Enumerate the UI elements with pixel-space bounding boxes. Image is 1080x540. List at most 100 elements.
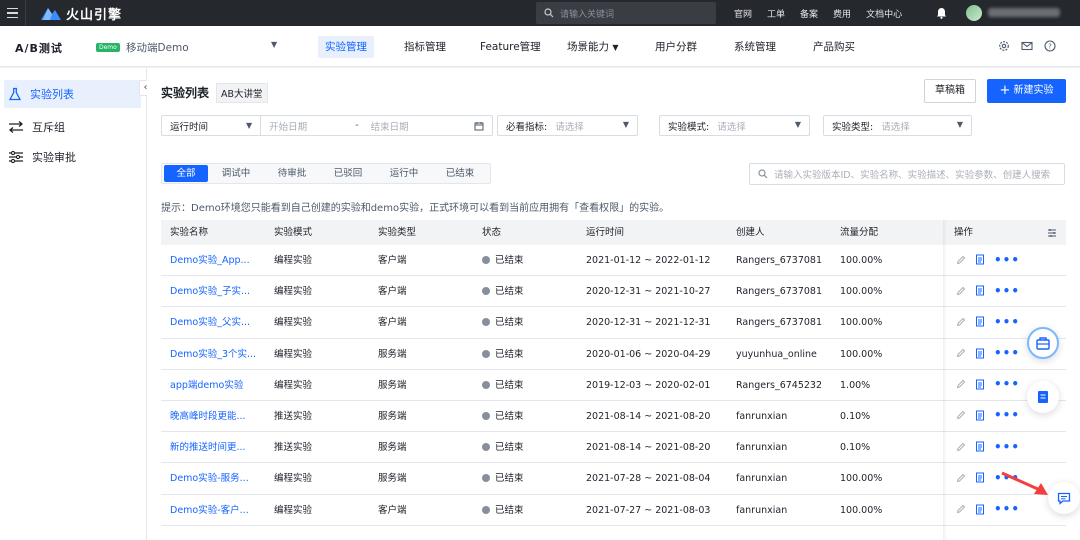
run-time-filter[interactable]: 运行时间 ▼ 开始日期 - 结束日期 bbox=[161, 115, 493, 136]
tab-user-segments[interactable]: 用户分群 bbox=[648, 36, 704, 58]
cell-traffic: 100.00% bbox=[840, 317, 883, 329]
global-search-input[interactable]: 请输入关键词 bbox=[536, 2, 716, 24]
mail-icon[interactable] bbox=[1021, 40, 1033, 52]
cell-mode: 推送实验 bbox=[274, 410, 313, 422]
bell-icon[interactable] bbox=[936, 7, 947, 19]
status-tabs: 全部 调试中 待审批 已驳回 运行中 已结束 bbox=[161, 163, 491, 184]
required-metric-filter[interactable]: 必看指标: 请选择 ▼ bbox=[497, 115, 638, 136]
caret-down-icon[interactable]: ▼ bbox=[271, 40, 277, 49]
edit-icon[interactable] bbox=[956, 317, 966, 327]
floating-docs-button[interactable] bbox=[1027, 381, 1059, 413]
gear-icon[interactable] bbox=[998, 40, 1010, 52]
edit-icon[interactable] bbox=[956, 348, 966, 358]
status-ended-icon bbox=[482, 349, 490, 358]
more-actions-icon[interactable]: ••• bbox=[994, 378, 1020, 390]
cell-name[interactable]: Demo实验-客户... bbox=[170, 495, 249, 526]
top-link-docs[interactable]: 文档中心 bbox=[866, 7, 902, 20]
brand-logo[interactable]: 火山引擎 bbox=[41, 4, 122, 23]
row-actions: ••• bbox=[956, 347, 1020, 359]
edit-icon[interactable] bbox=[956, 255, 966, 265]
top-links: 官网 工单 备案 费用 文档中心 bbox=[734, 0, 917, 26]
sidebar-item-mutex-group[interactable]: 互斥组 bbox=[4, 113, 141, 141]
cell-name[interactable]: app端demo实验 bbox=[170, 370, 243, 401]
report-icon[interactable] bbox=[975, 254, 985, 265]
edit-icon[interactable] bbox=[956, 410, 966, 420]
status-tab-rejected[interactable]: 已驳回 bbox=[320, 165, 376, 182]
cell-name[interactable]: Demo实验_子实... bbox=[170, 276, 250, 307]
edit-icon[interactable] bbox=[956, 473, 966, 483]
drafts-button[interactable]: 草稿箱 bbox=[924, 79, 976, 103]
report-icon[interactable] bbox=[975, 472, 985, 483]
report-icon[interactable] bbox=[975, 504, 985, 515]
more-actions-icon[interactable]: ••• bbox=[994, 409, 1020, 421]
floating-store-button[interactable] bbox=[1027, 327, 1059, 359]
column-settings-icon[interactable] bbox=[1047, 228, 1057, 238]
cell-mode: 推送实验 bbox=[274, 442, 313, 454]
report-icon[interactable] bbox=[975, 441, 985, 452]
tab-scene-capability[interactable]: 场景能力 ▼ bbox=[560, 36, 626, 58]
status-tab-all[interactable]: 全部 bbox=[164, 165, 208, 182]
avatar[interactable] bbox=[966, 5, 982, 21]
cell-name[interactable]: 晚高峰时段更能... bbox=[170, 401, 246, 432]
more-actions-icon[interactable]: ••• bbox=[994, 503, 1020, 515]
metric-placeholder: 请选择 bbox=[555, 121, 584, 133]
table-search-placeholder: 请输入实验版本ID、实验名称、实验描述、实验参数、创建人搜索 bbox=[774, 170, 1051, 181]
cell-name[interactable]: Demo实验-服务... bbox=[170, 463, 249, 494]
ab-lecture-badge[interactable]: AB大讲堂 bbox=[216, 83, 268, 103]
report-icon[interactable] bbox=[975, 285, 985, 296]
status-tab-ended[interactable]: 已结束 bbox=[432, 165, 488, 182]
cell-name[interactable]: Demo实验_父实... bbox=[170, 307, 250, 338]
app-selector[interactable]: 移动端Demo bbox=[126, 40, 189, 55]
edit-icon[interactable] bbox=[956, 504, 966, 514]
more-actions-icon[interactable]: ••• bbox=[994, 441, 1020, 453]
cell-type: 客户端 bbox=[378, 317, 407, 329]
sidebar-item-experiment-approval[interactable]: 实验审批 bbox=[4, 143, 141, 171]
cell-name[interactable]: Demo实验_3个实... bbox=[170, 339, 256, 370]
more-actions-icon[interactable]: ••• bbox=[994, 254, 1020, 266]
floating-feedback-button[interactable] bbox=[1048, 482, 1080, 514]
tab-product-purchase[interactable]: 产品购买 bbox=[806, 36, 862, 58]
report-icon[interactable] bbox=[975, 410, 985, 421]
more-actions-icon[interactable]: ••• bbox=[994, 316, 1020, 328]
table-search-input[interactable]: 请输入实验版本ID、实验名称、实验描述、实验参数、创建人搜索 bbox=[749, 163, 1065, 185]
new-experiment-button[interactable]: + 新建实验 bbox=[987, 79, 1066, 103]
flask-icon bbox=[8, 87, 22, 101]
report-icon[interactable] bbox=[975, 348, 985, 359]
table-row: 晚高峰时段更能... 推送实验 服务端 已结束 2021-08-14 ~ 2021-08… bbox=[161, 401, 1066, 433]
experiment-mode-filter[interactable]: 实验模式: 请选择 ▼ bbox=[659, 115, 810, 136]
status-tab-pending-approval[interactable]: 待审批 bbox=[264, 165, 320, 182]
cell-creator: Rangers_6737081 bbox=[736, 255, 823, 266]
cell-name[interactable]: 新的推送时间更... bbox=[170, 432, 246, 463]
top-link-billing[interactable]: 费用 bbox=[833, 7, 851, 20]
more-actions-icon[interactable]: ••• bbox=[994, 285, 1020, 297]
tab-feature-management[interactable]: Feature管理 bbox=[473, 36, 548, 58]
experiment-type-filter[interactable]: 实验类型: 请选择 ▼ bbox=[823, 115, 972, 136]
end-date-input[interactable]: 结束日期 bbox=[371, 119, 409, 133]
menu-icon[interactable] bbox=[0, 0, 26, 26]
user-name-blurred[interactable] bbox=[988, 8, 1060, 17]
edit-icon[interactable] bbox=[956, 286, 966, 296]
cell-name[interactable]: Demo实验_App... bbox=[170, 245, 250, 276]
start-date-input[interactable]: 开始日期 bbox=[269, 119, 307, 133]
caret-down-icon: ▼ bbox=[612, 43, 619, 52]
tab-metric-management[interactable]: 指标管理 bbox=[397, 36, 453, 58]
help-icon[interactable]: ? bbox=[1044, 40, 1056, 52]
edit-icon[interactable] bbox=[956, 379, 966, 389]
tab-experiment-management[interactable]: 实验管理 bbox=[318, 36, 374, 58]
column-header-run-time: 运行时间 bbox=[586, 227, 625, 238]
top-link-official[interactable]: 官网 bbox=[734, 7, 752, 20]
more-actions-icon[interactable]: ••• bbox=[994, 347, 1020, 359]
tab-system-management[interactable]: 系统管理 bbox=[727, 36, 783, 58]
cell-mode: 编程实验 bbox=[274, 286, 313, 298]
sidebar-item-experiment-list[interactable]: 实验列表 bbox=[4, 80, 141, 108]
report-icon[interactable] bbox=[975, 316, 985, 327]
run-time-label: 运行时间 bbox=[170, 121, 209, 133]
report-icon[interactable] bbox=[975, 379, 985, 390]
cell-creator: Rangers_6737081 bbox=[736, 317, 823, 329]
top-link-ticket[interactable]: 工单 bbox=[767, 7, 785, 20]
top-link-filing[interactable]: 备案 bbox=[800, 7, 818, 20]
status-tab-running[interactable]: 运行中 bbox=[376, 165, 432, 182]
table-row: Demo实验_父实... 编程实验 客户端 已结束 2020-12-31 ~ 2021-… bbox=[161, 307, 1066, 339]
status-tab-debugging[interactable]: 调试中 bbox=[208, 165, 264, 182]
edit-icon[interactable] bbox=[956, 442, 966, 452]
